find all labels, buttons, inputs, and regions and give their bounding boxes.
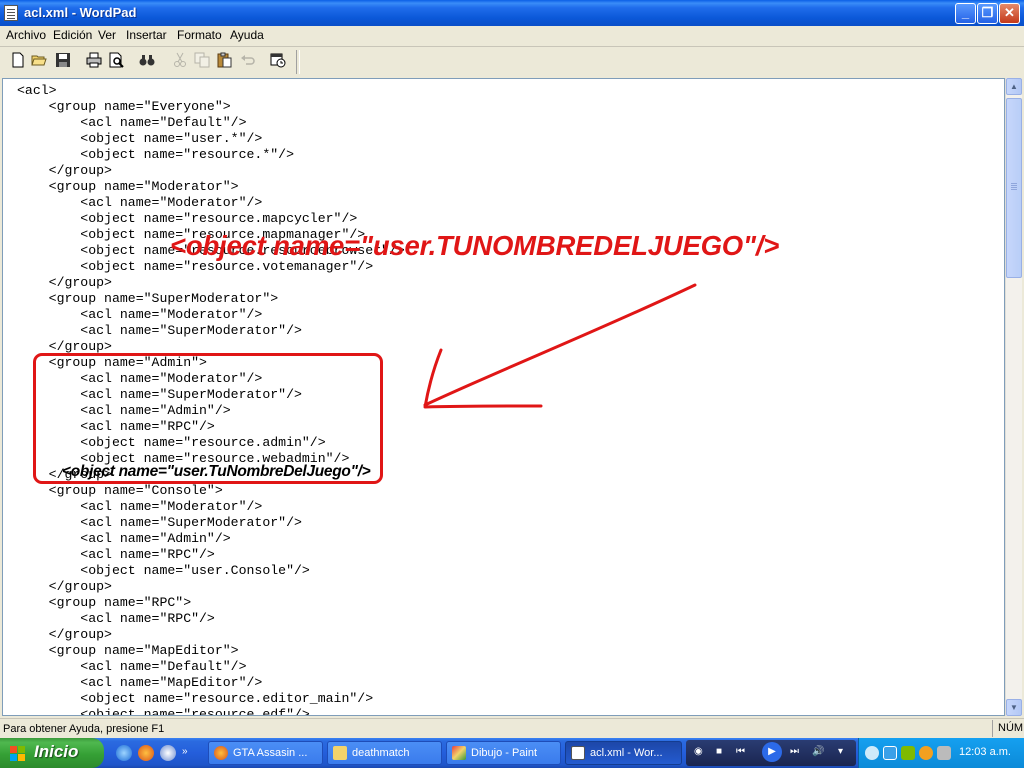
volume-tray-icon[interactable] — [937, 746, 951, 760]
find-icon[interactable] — [139, 52, 155, 68]
scroll-down-icon[interactable]: ▼ — [1006, 699, 1022, 716]
code-line: <object name="resource.edf"/> — [17, 707, 310, 716]
task-wordpad[interactable]: acl.xml - Wor... — [565, 741, 682, 765]
taskbar: Inicio » GTA Assasin ... deathmatch Dibu… — [0, 738, 1024, 768]
quicklaunch-expand-icon[interactable]: » — [182, 746, 192, 762]
firefox-icon — [214, 746, 228, 760]
code-line: <object name="resource.editor_main"/> — [17, 691, 374, 706]
code-line: <acl name="RPC"/> — [17, 547, 215, 562]
task-label: acl.xml - Wor... — [590, 747, 663, 759]
code-line: <object name="user.Console"/> — [17, 563, 310, 578]
next-icon[interactable]: ⏭ — [790, 746, 799, 757]
code-line: <group name="RPC"> — [17, 595, 192, 610]
code-line: <group name="Console"> — [17, 483, 223, 498]
print-preview-icon[interactable] — [108, 52, 124, 68]
code-line: <acl name="Moderator"/> — [17, 307, 263, 322]
new-document-icon[interactable] — [10, 52, 26, 68]
scroll-thumb[interactable] — [1006, 98, 1022, 278]
vertical-scrollbar[interactable]: ▲ ▼ — [1005, 78, 1022, 716]
wordpad-icon[interactable] — [4, 5, 18, 21]
task-label: GTA Assasin ... — [233, 747, 308, 759]
toolbar — [0, 47, 1024, 75]
code-line: <acl name="SuperModerator"/> — [17, 323, 302, 338]
security-icon[interactable] — [901, 746, 915, 760]
num-lock-indicator: NÚM — [992, 720, 1023, 737]
task-paint[interactable]: Dibujo - Paint — [446, 741, 561, 765]
previous-icon[interactable]: ⏮ — [736, 746, 745, 757]
code-line: </group> — [17, 163, 112, 178]
title-bar[interactable]: acl.xml - WordPad _ ❐ ✕ — [0, 0, 1024, 26]
print-icon[interactable] — [86, 52, 102, 68]
cut-icon[interactable] — [172, 52, 188, 68]
media-player-toolbar: ◉ ■ ⏮ ▶ ⏭ 🔊 ▾ — [686, 740, 856, 766]
scroll-up-icon[interactable]: ▲ — [1006, 78, 1022, 95]
tray-expand-icon[interactable] — [865, 746, 879, 760]
wordpad-icon — [571, 746, 585, 760]
media-icon[interactable]: ◉ — [694, 746, 703, 757]
stop-icon[interactable]: ■ — [716, 746, 722, 757]
clock[interactable]: 12:03 a.m. — [959, 746, 1011, 758]
firefox-icon[interactable] — [138, 745, 154, 761]
code-line: <object name="resource.*"/> — [17, 147, 294, 162]
maximize-button[interactable]: ❐ — [977, 3, 998, 24]
menu-bar: Archivo Edición Ver Insertar Formato Ayu… — [0, 26, 1024, 47]
window-title: acl.xml - WordPad — [24, 5, 137, 20]
code-line: <group name="MapEditor"> — [17, 643, 239, 658]
status-help-text: Para obtener Ayuda, presione F1 — [3, 723, 165, 735]
code-line: <acl name="RPC"/> — [17, 611, 215, 626]
save-icon[interactable] — [55, 52, 71, 68]
media-menu-icon[interactable]: ▾ — [838, 746, 843, 757]
undo-icon[interactable] — [240, 52, 256, 68]
code-line: <acl> — [17, 83, 57, 98]
menu-archivo[interactable]: Archivo — [6, 28, 46, 42]
paste-icon[interactable] — [216, 52, 232, 68]
menu-ver[interactable]: Ver — [98, 28, 116, 42]
windows-flag-icon — [10, 746, 26, 761]
network-icon[interactable] — [883, 746, 897, 760]
status-bar: Para obtener Ayuda, presione F1 NÚM — [0, 718, 1024, 739]
task-firefox[interactable]: GTA Assasin ... — [208, 741, 323, 765]
toolbar-separator — [296, 50, 300, 74]
code-line: </group> — [17, 627, 112, 642]
code-line: <group name="SuperModerator"> — [17, 291, 279, 306]
volume-icon[interactable]: 🔊 — [812, 746, 824, 757]
menu-ayuda[interactable]: Ayuda — [230, 28, 264, 42]
menu-edicion[interactable]: Edición — [53, 28, 92, 42]
minimize-button[interactable]: _ — [955, 3, 976, 24]
annotation-big-text: <object name="user.TUNOMBREDELJUEGO"/> — [170, 230, 780, 261]
internet-explorer-icon[interactable] — [116, 745, 132, 761]
code-line: </group> — [17, 579, 112, 594]
start-button[interactable]: Inicio — [0, 738, 104, 768]
code-line: <acl name="Moderator"/> — [17, 195, 263, 210]
code-line: <acl name="Default"/> — [17, 659, 247, 674]
code-line: <group name="Moderator"> — [17, 179, 239, 194]
open-folder-icon[interactable] — [31, 52, 47, 68]
folder-icon — [333, 746, 347, 760]
code-line: <acl name="MapEditor"/> — [17, 675, 263, 690]
menu-formato[interactable]: Formato — [177, 28, 222, 42]
code-line: <acl name="Default"/> — [17, 115, 247, 130]
task-deathmatch[interactable]: deathmatch — [327, 741, 442, 765]
close-button[interactable]: ✕ — [999, 3, 1020, 24]
start-label: Inicio — [34, 742, 79, 761]
code-line: <object name="resource.mapcycler"/> — [17, 211, 358, 226]
messenger-icon[interactable] — [160, 745, 176, 761]
code-line: <acl name="SuperModerator"/> — [17, 515, 302, 530]
paint-icon — [452, 746, 466, 760]
annotation-inserted-line: <object name="user.TuNombreDelJuego"/> — [62, 463, 371, 480]
task-label: Dibujo - Paint — [471, 747, 538, 759]
copy-icon[interactable] — [194, 52, 210, 68]
code-line: <acl name="Admin"/> — [17, 531, 231, 546]
messenger-tray-icon[interactable] — [919, 746, 933, 760]
date-time-icon[interactable] — [270, 52, 286, 68]
play-icon[interactable]: ▶ — [762, 742, 782, 762]
code-line: <acl name="Moderator"/> — [17, 499, 263, 514]
code-line: </group> — [17, 275, 112, 290]
menu-insertar[interactable]: Insertar — [126, 28, 167, 42]
system-tray: 12:03 a.m. — [858, 738, 1024, 768]
task-label: deathmatch — [352, 747, 410, 759]
code-line: <group name="Everyone"> — [17, 99, 231, 114]
code-line: <object name="user.*"/> — [17, 131, 263, 146]
